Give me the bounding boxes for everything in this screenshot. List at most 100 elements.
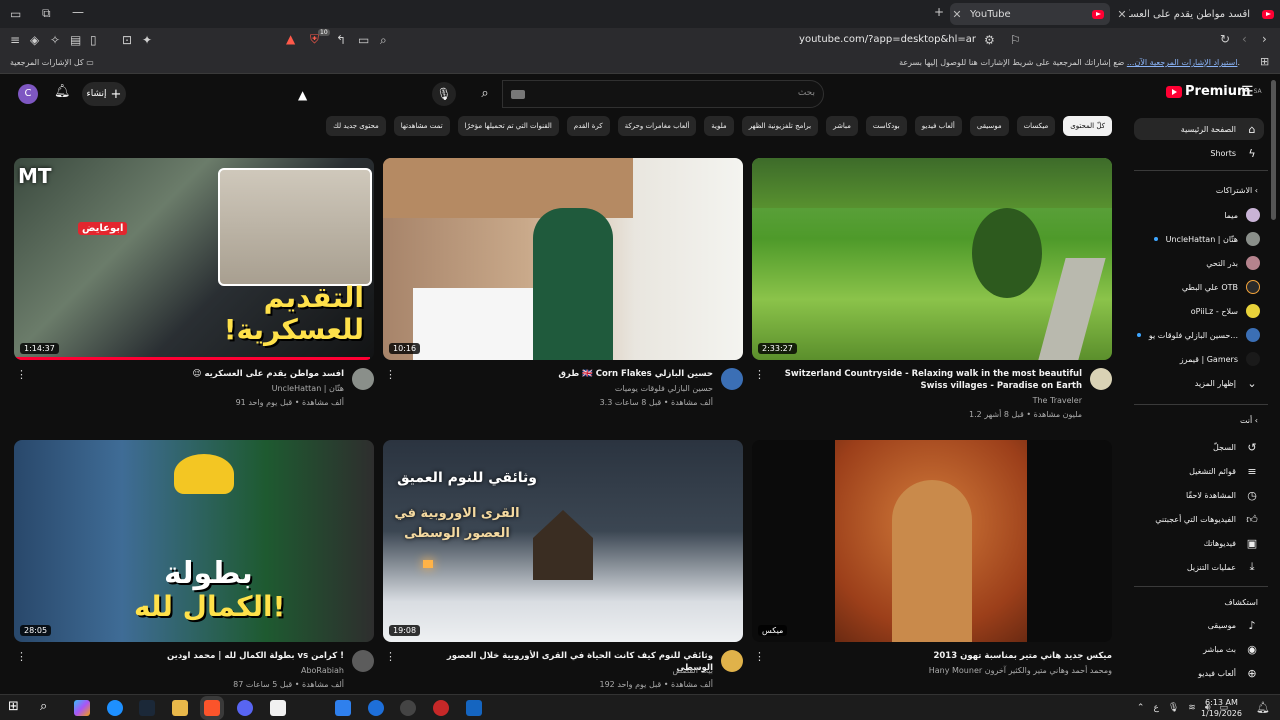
site-settings-icon[interactable]: ⚙	[984, 33, 995, 47]
close-tab-icon[interactable]: ✕	[950, 8, 964, 21]
app-icon[interactable]	[368, 700, 384, 716]
rewards-icon[interactable]: ▲	[286, 32, 295, 46]
store-icon[interactable]	[270, 700, 286, 716]
video-title[interactable]: وثائقي للنوم كيف كانت الحياة في القرى ال…	[413, 650, 713, 674]
leo-icon[interactable]: ✦	[142, 33, 152, 47]
sidebar-item-subscription[interactable]: حسين البازلي فلوقات يو...	[1134, 324, 1260, 346]
channel-name[interactable]: بيت القصص	[673, 666, 713, 675]
shield-icon[interactable]: ◈	[30, 33, 39, 47]
sidebar-item-subscription[interactable]: ميما	[1134, 204, 1260, 226]
chip-all[interactable]: كلّ المحتوى	[1063, 116, 1112, 136]
more-actions-icon[interactable]: ⋮	[385, 650, 396, 663]
video-card[interactable]: وثائقي للنوم العميق القرى الاوروبية في ا…	[383, 440, 743, 694]
import-bookmarks-link[interactable]: استيراد الإشارات المرجعية الآن...	[1127, 58, 1238, 67]
brave-icon[interactable]	[204, 700, 220, 716]
menu-icon[interactable]: ≡	[10, 33, 20, 47]
sidebar-item-subscription[interactable]: UncleHattan | هتّان	[1134, 228, 1260, 250]
more-actions-icon[interactable]: ⋮	[16, 650, 27, 663]
tab-video[interactable]: ✕ اقسد مواطن يقدم على العسكريه	[1115, 3, 1280, 25]
channel-avatar[interactable]	[352, 368, 374, 390]
chip[interactable]: ألعاب مغامرات وحركة	[617, 116, 697, 136]
video-thumbnail[interactable]: 10:16	[383, 158, 743, 360]
channel-name[interactable]: حسين البازلي فلوقات يوميات	[615, 384, 713, 393]
search-icon[interactable]: ⌕	[40, 699, 47, 714]
chip[interactable]: ملوية	[704, 116, 734, 136]
screenshot-icon[interactable]: ⊡	[122, 33, 132, 47]
chip[interactable]: برامج تلفزيونية الظهر	[741, 116, 819, 136]
copilot-icon[interactable]	[74, 700, 90, 716]
sidebar-item-show-more[interactable]: إظهار المزيد ⌄	[1134, 372, 1260, 394]
search-button[interactable]: ⌕	[470, 80, 500, 108]
chip[interactable]: موسيقى	[969, 116, 1009, 136]
video-thumbnail[interactable]: بطولة الكمال لله! 28:05	[14, 440, 374, 642]
video-title[interactable]: ميكس جديد هاني متير بمناسبة تهون 2013	[812, 650, 1112, 662]
file-explorer-icon[interactable]	[172, 700, 188, 716]
discord-icon[interactable]	[237, 700, 253, 716]
sidebar-item-watch-later[interactable]: المشاهدة لاحقًا ◷	[1134, 484, 1260, 506]
video-thumbnail[interactable]: MT ابوعايض التقديم للعسكرية! 1:14:37	[14, 158, 374, 360]
new-tab-icon[interactable]: +	[934, 5, 944, 19]
sidebar-item-playlists[interactable]: قوائم التشغيل ≡	[1134, 460, 1260, 482]
back-icon[interactable]: ‹	[1242, 32, 1247, 46]
video-card[interactable]: MT ابوعايض التقديم للعسكرية! 1:14:37 😉 ا…	[14, 158, 374, 412]
minimize-icon[interactable]: —	[72, 5, 84, 19]
sidebar-item-subscription[interactable]: علي البطي OTB	[1134, 276, 1260, 298]
wifi-icon[interactable]: ≋	[1188, 703, 1196, 713]
more-actions-icon[interactable]: ⋮	[754, 650, 765, 663]
app-icon[interactable]	[400, 700, 416, 716]
chevron-up-icon[interactable]: ⌃	[1137, 703, 1145, 713]
app-icon[interactable]	[433, 700, 449, 716]
sidebar-item-music[interactable]: موسيقى ♪	[1134, 614, 1260, 636]
input-language[interactable]: ع	[1153, 703, 1158, 713]
notifications-icon[interactable]: 🔔︎	[1256, 701, 1270, 714]
all-bookmarks[interactable]: كل الإشارات المرجعية ▭	[10, 58, 94, 67]
guide-menu-icon[interactable]: ☰	[1241, 84, 1254, 100]
steam-icon[interactable]	[139, 700, 155, 716]
more-actions-icon[interactable]: ⋮	[16, 368, 27, 381]
video-card[interactable]: ميكس ميكس جديد هاني متير بمناسبة تهون 20…	[752, 440, 1112, 694]
create-button[interactable]: إنشاء +	[82, 82, 126, 106]
zoom-icon[interactable]: ⌕	[380, 33, 387, 48]
app-icon[interactable]	[335, 700, 351, 716]
chip[interactable]: تمت مشاهدتها	[393, 116, 450, 136]
sidebar-item-your-videos[interactable]: فيديوهاتك ▣	[1134, 532, 1260, 554]
video-card[interactable]: 10:16 طرق 🇬🇧 Corn Flakes حسين البازلي حس…	[383, 158, 743, 412]
more-actions-icon[interactable]: ⋮	[754, 368, 765, 381]
chip[interactable]: ميكسات	[1016, 116, 1056, 136]
chip[interactable]: القنوات التي تم تحميلها مؤخرًا	[457, 116, 559, 136]
clock[interactable]: 6:13 AM 1/19/2026	[1201, 697, 1242, 719]
account-avatar[interactable]: C	[18, 84, 38, 104]
sidebar-item-home[interactable]: الصفحة الرئيسية ⌂	[1134, 118, 1264, 140]
sidebar-item-live[interactable]: بث مباشر ◉	[1134, 638, 1260, 660]
close-tab-icon[interactable]: ✕	[1115, 8, 1129, 21]
chip[interactable]: محتوى جديد لك	[326, 116, 386, 136]
channel-name[interactable]: UncleHattan | هتّان	[272, 384, 344, 393]
sidebar-item-downloads[interactable]: عمليات التنزيل ⤓	[1134, 556, 1260, 578]
sidebar-item-subscription[interactable]: قيمرز | Gamers	[1134, 348, 1260, 370]
channel-name[interactable]: AboRabiah	[301, 666, 344, 675]
chip[interactable]: بودكاست	[865, 116, 907, 136]
search-input[interactable]: بحث	[502, 80, 824, 108]
subscriptions-heading[interactable]: الاشتراكات ‹	[1216, 186, 1258, 195]
channel-avatar[interactable]	[1090, 368, 1112, 390]
tab-search-icon[interactable]: ⧉	[42, 6, 51, 21]
apps-grid-icon[interactable]: ⊞	[1260, 55, 1269, 68]
voice-search-mic-icon[interactable]: 🎙︎	[432, 82, 456, 106]
video-title[interactable]: بطولة الكمال لله | محمد اودين vs كرامن !	[44, 650, 344, 662]
bookmark-icon[interactable]: ⚐	[1010, 33, 1021, 47]
video-title[interactable]: Switzerland Countryside - Relaxing walk …	[782, 368, 1082, 392]
chip[interactable]: كرة القدم	[566, 116, 610, 136]
wallet-icon[interactable]: ▤	[70, 33, 81, 47]
channel-avatar[interactable]	[352, 650, 374, 672]
more-actions-icon[interactable]: ⋮	[385, 368, 396, 381]
chip[interactable]: ألعاب فيديو	[914, 116, 962, 136]
mic-icon[interactable]: 🎙︎	[1168, 703, 1179, 713]
address-bar[interactable]: youtube.com/?app=desktop&hl=ar	[799, 34, 976, 45]
sidebar-item-subscription[interactable]: بدر التحي	[1134, 252, 1260, 274]
sidebar-item-history[interactable]: السجلّ ↺	[1134, 436, 1260, 458]
channel-name[interactable]: Hany Mouner ومحمد أحمد وهاني متير والكثي…	[929, 666, 1112, 675]
chip[interactable]: مباشر	[826, 116, 858, 136]
channel-avatar[interactable]	[721, 368, 743, 390]
sidebar-item-gaming[interactable]: ألعاب فيديو ⊕	[1134, 662, 1260, 684]
sidebar-item-shorts[interactable]: Shorts ϟ	[1134, 142, 1260, 164]
